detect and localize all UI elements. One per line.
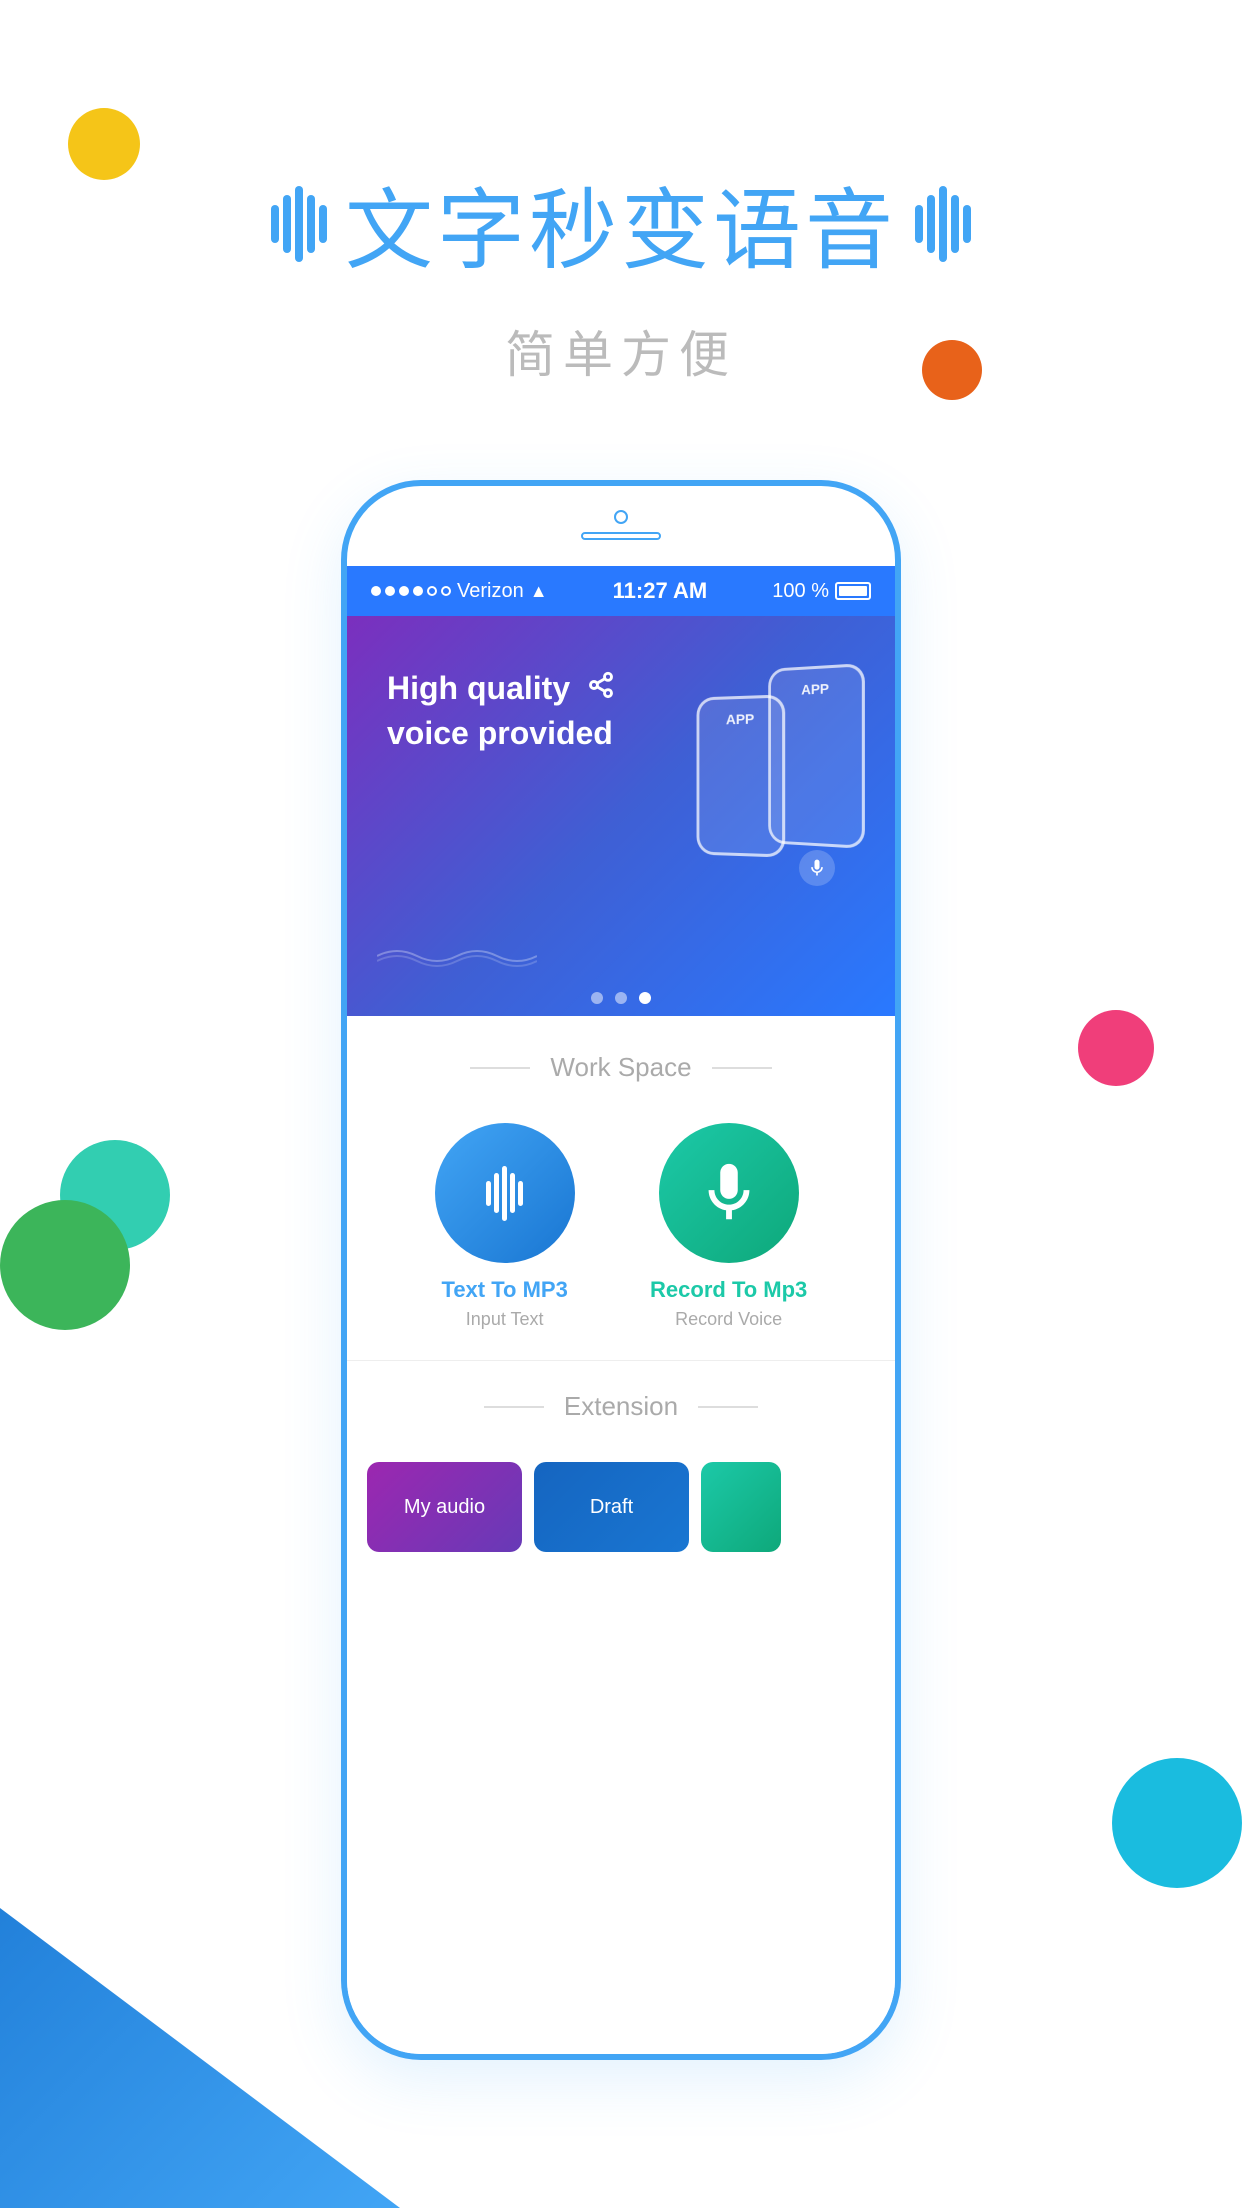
banner-dot-2[interactable] [615,992,627,1004]
record-label-main: Record To Mp3 [650,1277,807,1303]
workspace-item-tts[interactable]: Text To MP3 Input Text [435,1123,575,1330]
tts-label-main: Text To MP3 [442,1277,568,1303]
bg-blue-shape [0,1708,400,2208]
ext-line-left [484,1406,544,1408]
carrier-name: Verizon [457,580,524,603]
workspace-header: Work Space [377,1052,865,1083]
extension-title: Extension [564,1391,678,1422]
extension-section: Extension My audio Draft [347,1360,895,1572]
decorative-dot-cyan [1112,1758,1242,1888]
banner-title: High quality voice provided [387,666,647,756]
extension-header: Extension [367,1391,875,1422]
phone-body: Verizon ▲ 11:27 AM 100 % High quality [341,480,901,2060]
mic-svg-icon [694,1158,764,1228]
phone-mockup: Verizon ▲ 11:27 AM 100 % High quality [341,480,901,2060]
wave-right-icon [915,186,971,262]
phone-speaker [581,532,661,540]
banner-waves [377,941,537,976]
workspace-title: Work Space [550,1052,691,1083]
status-time: 11:27 AM [613,578,708,604]
banner-phone-graphics: APP APP [675,636,875,916]
signal-dot-5 [427,586,437,596]
signal-dot-3 [399,586,409,596]
phone-camera [614,510,628,524]
ext-line-right [698,1406,758,1408]
app-banner[interactable]: High quality voice provided [347,616,895,1016]
signal-strength [371,586,451,596]
workspace-item-record[interactable]: Record To Mp3 Record Voice [650,1123,807,1330]
header-area: 文字秒变语音 简单方便 [0,160,1242,387]
ext-card-my-audio-label: My audio [404,1496,485,1519]
status-left: Verizon ▲ [371,580,548,603]
record-icon-circle[interactable] [659,1123,799,1263]
section-line-right [712,1067,772,1069]
banner-title-line2: voice provided [387,715,613,751]
record-label-sub: Record Voice [675,1309,782,1330]
app-title: 文字秒变语音 [345,160,897,287]
workspace-section: Work Space [347,1016,895,1360]
phone-graphic-front: APP [697,694,786,857]
battery-bar [835,582,871,600]
banner-content: High quality voice provided [347,616,895,1016]
banner-title-line1: High quality [387,670,570,706]
share-icon [587,679,615,704]
ext-card-draft-label: Draft [590,1496,633,1519]
status-right: 100 % [772,580,871,603]
signal-dot-6 [441,586,451,596]
banner-dot-1[interactable] [591,992,603,1004]
wifi-icon: ▲ [530,581,548,602]
battery-percent: 100 % [772,580,829,603]
extension-cards: My audio Draft [367,1462,875,1552]
sound-wave-icon [486,1166,523,1221]
status-bar: Verizon ▲ 11:27 AM 100 % [347,566,895,616]
ext-card-green[interactable] [701,1462,781,1552]
signal-dot-1 [371,586,381,596]
battery-fill [839,586,867,596]
signal-dot-4 [413,586,423,596]
phone-mic-icon [799,850,835,886]
phone-graphic-label-1: APP [771,666,862,698]
decorative-dot-green [0,1200,130,1330]
workspace-icons: Text To MP3 Input Text Record To Mp3 Rec [377,1123,865,1330]
title-row: 文字秒变语音 [0,160,1242,287]
banner-dot-3[interactable] [639,992,651,1004]
signal-dot-2 [385,586,395,596]
wave-left-icon [271,186,327,262]
phone-content: Work Space [347,1016,895,2054]
tts-label-sub: Input Text [466,1309,544,1330]
phone-graphic-label-2: APP [699,698,782,728]
ext-card-my-audio[interactable]: My audio [367,1462,522,1552]
app-subtitle: 简单方便 [0,315,1242,387]
section-line-left [470,1067,530,1069]
phone-notch [581,510,661,540]
ext-card-draft[interactable]: Draft [534,1462,689,1552]
tts-icon-circle[interactable] [435,1123,575,1263]
decorative-dot-pink [1078,1010,1154,1086]
banner-pagination[interactable] [591,992,651,1004]
